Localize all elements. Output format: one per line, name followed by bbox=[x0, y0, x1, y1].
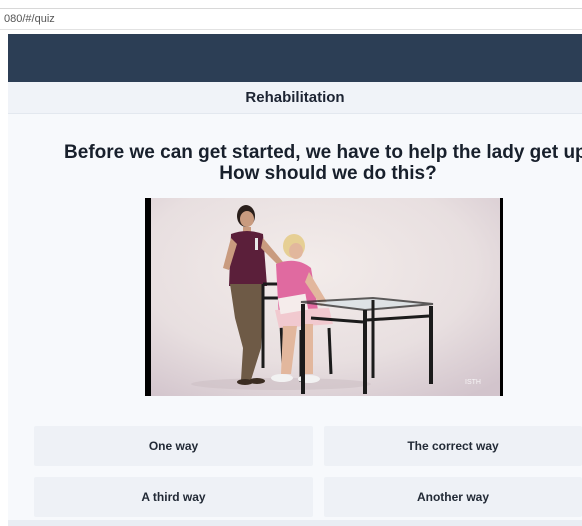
answer-correct-way-button[interactable]: The correct way bbox=[324, 426, 582, 466]
address-bar[interactable]: 080/#/quiz bbox=[0, 8, 582, 30]
section-header: Rehabilitation bbox=[8, 82, 582, 114]
answer-third-way-button[interactable]: A third way bbox=[34, 477, 313, 517]
bottom-edge bbox=[8, 520, 582, 526]
section-title: Rehabilitation bbox=[245, 89, 345, 106]
quiz-app: Rehabilitation Before we can get started… bbox=[8, 34, 582, 526]
answer-another-way-button[interactable]: Another way bbox=[324, 477, 582, 517]
video-frame: ISTH bbox=[151, 198, 500, 396]
url-text: 080/#/quiz bbox=[4, 13, 55, 25]
quiz-question: Before we can get started, we have to he… bbox=[64, 142, 582, 184]
answer-one-way-button[interactable]: One way bbox=[34, 426, 313, 466]
video-player[interactable]: ISTH bbox=[145, 198, 503, 396]
video-watermark: ISTH bbox=[465, 379, 481, 386]
top-navigation-bar bbox=[8, 34, 582, 82]
